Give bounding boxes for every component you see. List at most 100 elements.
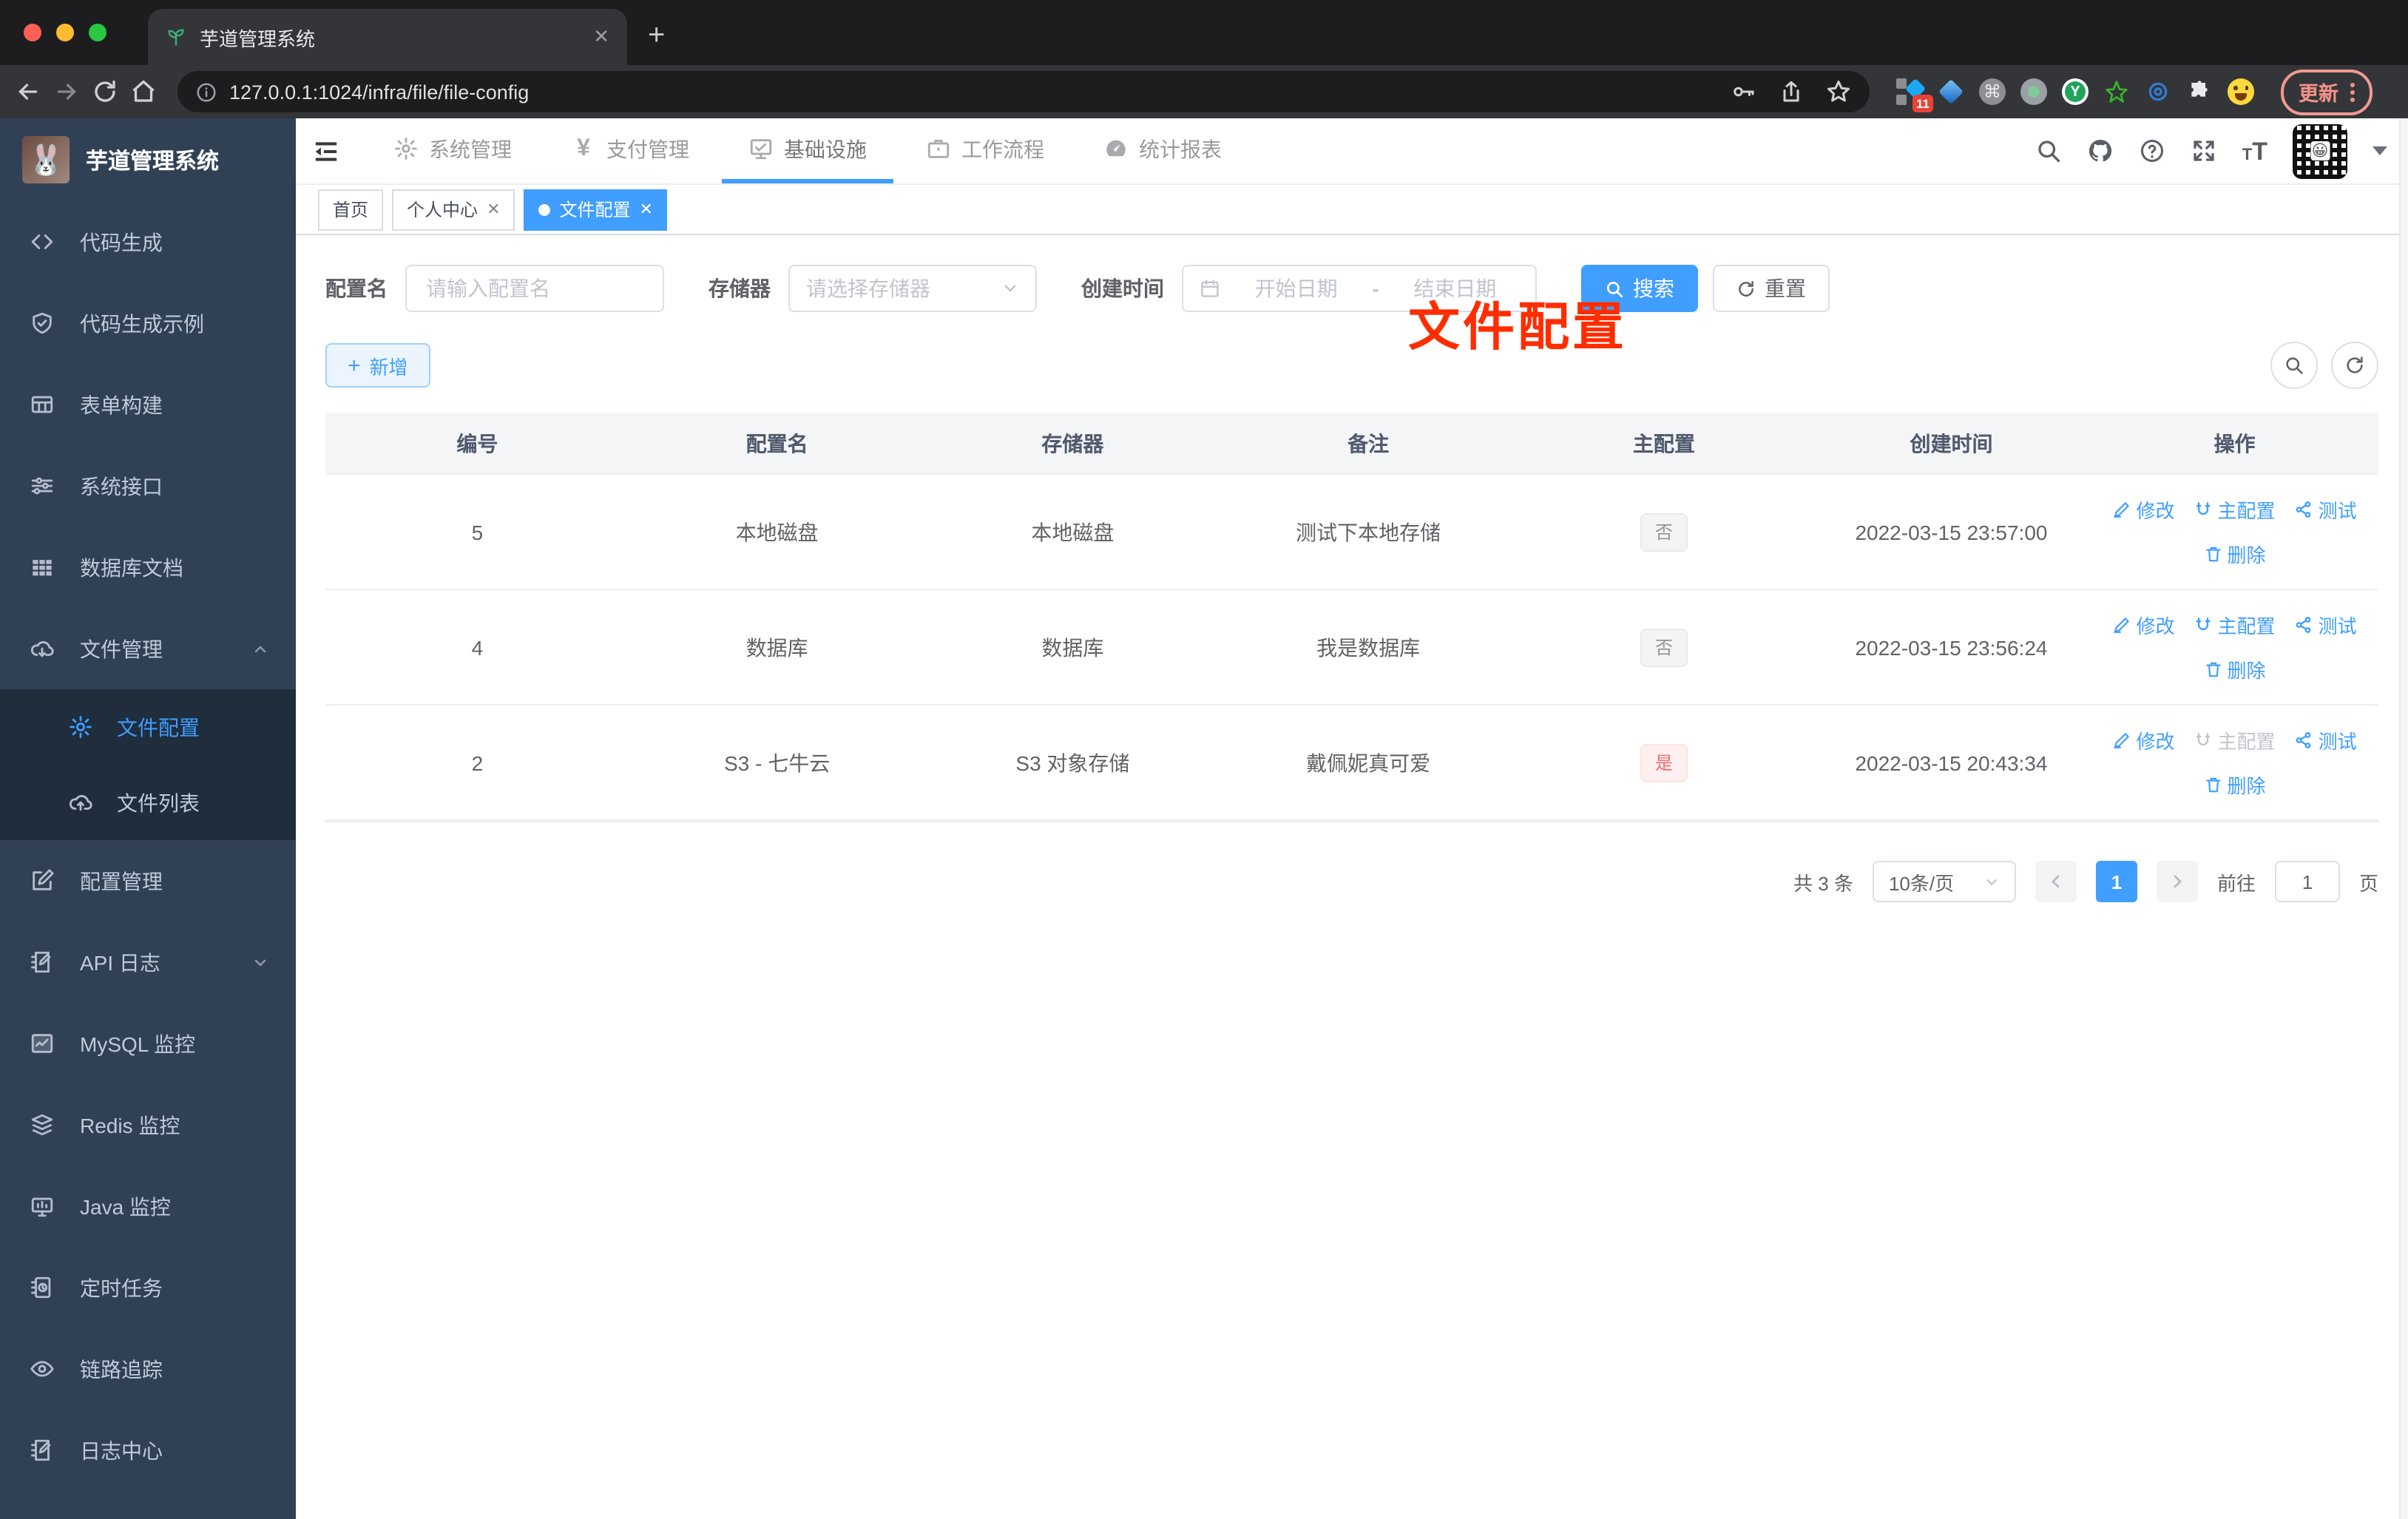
top-menu-payment[interactable]: ¥ 支付管理 bbox=[544, 118, 716, 183]
top-menu: 系统管理 ¥ 支付管理 基础设施 工作流程 统计报表 bbox=[367, 118, 1248, 183]
test-link[interactable]: 测试 bbox=[2295, 726, 2357, 754]
sidebar-item-scheduled-tasks[interactable]: 定时任务 bbox=[0, 1247, 296, 1328]
fullscreen-icon[interactable] bbox=[2191, 138, 2217, 164]
password-key-icon[interactable] bbox=[1731, 78, 1757, 105]
back-icon[interactable] bbox=[15, 78, 41, 105]
tag-home[interactable]: 首页 bbox=[318, 189, 384, 230]
top-menu-system[interactable]: 系统管理 bbox=[367, 118, 538, 183]
master-link[interactable]: 主配置 bbox=[2194, 495, 2276, 524]
reset-button[interactable]: 重置 bbox=[1713, 265, 1830, 312]
master-link[interactable]: 主配置 bbox=[2194, 611, 2276, 639]
y-extension-icon[interactable]: Y bbox=[2062, 78, 2089, 105]
sidebar-item-code-demo[interactable]: 代码生成示例 bbox=[0, 283, 296, 364]
cloud-download-icon bbox=[30, 641, 54, 657]
chevron-up-icon bbox=[254, 645, 266, 652]
tag-file-config[interactable]: 文件配置 ✕ bbox=[524, 189, 668, 230]
browser-update-button[interactable]: 更新 bbox=[2281, 69, 2373, 115]
emoji-extension-icon[interactable] bbox=[2228, 78, 2254, 105]
table-row: 5 本地磁盘 本地磁盘 测试下本地存储 否 2022-03-15 23:57:0… bbox=[325, 475, 2378, 590]
add-button[interactable]: + 新增 bbox=[325, 343, 430, 388]
tab-close-icon[interactable]: ✕ bbox=[593, 25, 609, 49]
extension-badge: 11 bbox=[1912, 95, 1933, 112]
user-avatar[interactable] bbox=[2293, 124, 2347, 178]
minimize-window-button[interactable] bbox=[56, 24, 74, 41]
tag-profile[interactable]: 个人中心 ✕ bbox=[392, 189, 515, 230]
sidebar-item-tracing[interactable]: 链路追踪 bbox=[0, 1328, 296, 1410]
star-extension-icon[interactable] bbox=[2103, 78, 2130, 105]
sidebar-item-log-center[interactable]: 日志中心 bbox=[0, 1410, 296, 1491]
command-extension-icon[interactable]: ⌘ bbox=[1979, 78, 2006, 105]
edit-link[interactable]: 修改 bbox=[2113, 611, 2175, 639]
master-tag: 否 bbox=[1640, 628, 1688, 666]
total-count: 共 3 条 bbox=[1793, 872, 1853, 894]
refresh-table-button[interactable] bbox=[2331, 342, 2378, 389]
config-name-input[interactable] bbox=[405, 265, 664, 312]
sidebar-item-api-log[interactable]: API 日志 bbox=[0, 921, 296, 1003]
address-bar[interactable]: 127.0.0.1:1024/infra/file/file-config bbox=[177, 71, 1870, 112]
refresh-icon bbox=[1739, 280, 1753, 296]
browser-toolbar: 127.0.0.1:1024/infra/file/file-config 11… bbox=[0, 65, 2408, 118]
top-menu-workflow[interactable]: 工作流程 bbox=[899, 118, 1071, 183]
test-link[interactable]: 测试 bbox=[2295, 611, 2357, 639]
sidebar-item-config-management[interactable]: 配置管理 bbox=[0, 840, 296, 921]
edit-link[interactable]: 修改 bbox=[2113, 495, 2175, 524]
grey-dot-extension-icon[interactable] bbox=[2020, 78, 2047, 105]
main-content: 配置名 存储器 请选择存储器 创建时间 bbox=[296, 235, 2408, 1519]
sidebar-item-form-builder[interactable]: 表单构建 bbox=[0, 364, 296, 445]
site-info-icon[interactable] bbox=[195, 81, 217, 103]
avatar-caret-icon[interactable] bbox=[2373, 146, 2387, 155]
search-icon[interactable] bbox=[2035, 138, 2062, 164]
goto-page-input[interactable] bbox=[2274, 861, 2340, 902]
delete-link[interactable]: 删除 bbox=[2204, 655, 2266, 683]
prev-page-button[interactable] bbox=[2035, 861, 2077, 902]
sidebar-collapse-icon[interactable] bbox=[296, 137, 355, 165]
zoom-window-button[interactable] bbox=[89, 24, 106, 41]
home-icon[interactable] bbox=[130, 78, 157, 105]
page-number-current[interactable]: 1 bbox=[2095, 861, 2137, 902]
monitor-check-icon bbox=[750, 139, 772, 160]
new-tab-button[interactable]: + bbox=[648, 19, 665, 53]
kite-extension-icon[interactable] bbox=[1938, 78, 1964, 105]
pagination: 共 3 条 10条/页 1 前往 页 bbox=[325, 861, 2378, 902]
browser-tab[interactable]: 芋道管理系统 ✕ bbox=[148, 9, 627, 65]
reload-icon[interactable] bbox=[92, 78, 118, 105]
close-icon[interactable]: ✕ bbox=[640, 200, 653, 219]
browser-menu-icon[interactable] bbox=[2350, 82, 2355, 101]
close-icon[interactable]: ✕ bbox=[487, 200, 500, 219]
top-menu-reports[interactable]: 统计报表 bbox=[1077, 118, 1248, 183]
page-size-select[interactable]: 10条/页 bbox=[1872, 861, 2016, 902]
test-link[interactable]: 测试 bbox=[2295, 495, 2357, 524]
font-size-icon[interactable]: TT bbox=[2242, 138, 2267, 163]
close-window-button[interactable] bbox=[24, 24, 41, 41]
sidebar-item-file-list[interactable]: 文件列表 bbox=[0, 765, 296, 840]
puzzle-extension-icon[interactable] bbox=[2186, 78, 2213, 105]
help-icon[interactable] bbox=[2139, 138, 2165, 164]
sidebar-item-redis-monitor[interactable]: Redis 监控 bbox=[0, 1084, 296, 1166]
sidebar-item-file-management[interactable]: 文件管理 bbox=[0, 608, 296, 689]
start-date-placeholder[interactable]: 开始日期 bbox=[1232, 274, 1360, 303]
sidebar-item-mysql-monitor[interactable]: MySQL 监控 bbox=[0, 1003, 296, 1084]
update-label: 更新 bbox=[2299, 83, 2338, 105]
bookmark-star-icon[interactable] bbox=[1825, 78, 1852, 105]
edit-link[interactable]: 修改 bbox=[2113, 726, 2175, 754]
show-search-button[interactable] bbox=[2270, 342, 2318, 389]
sidebar-item-system-api[interactable]: 系统接口 bbox=[0, 445, 296, 527]
eye-extension-icon[interactable] bbox=[2145, 78, 2171, 105]
next-page-button[interactable] bbox=[2156, 861, 2198, 902]
forward-icon[interactable] bbox=[53, 78, 80, 105]
sidebar-item-db-doc[interactable]: 数据库文档 bbox=[0, 527, 296, 608]
sidebar-item-java-monitor[interactable]: Java 监控 bbox=[0, 1166, 296, 1247]
sidebar-item-file-config[interactable]: 文件配置 bbox=[0, 689, 296, 765]
share-icon[interactable] bbox=[1778, 78, 1805, 105]
storage-select[interactable]: 请选择存储器 bbox=[788, 265, 1037, 312]
sidebar-extension-icon[interactable]: 11 bbox=[1896, 78, 1933, 112]
page-scrollbar[interactable] bbox=[2399, 118, 2408, 1519]
sidebar-item-code-gen[interactable]: 代码生成 bbox=[0, 201, 296, 283]
delete-link[interactable]: 删除 bbox=[2204, 771, 2266, 799]
app-logo[interactable]: 🐰 芋道管理系统 bbox=[0, 118, 296, 201]
pencil-icon bbox=[2114, 502, 2130, 518]
delete-link[interactable]: 删除 bbox=[2204, 540, 2266, 568]
layers-icon bbox=[31, 1114, 53, 1136]
top-menu-infrastructure[interactable]: 基础设施 bbox=[722, 118, 893, 183]
github-icon[interactable] bbox=[2087, 138, 2114, 164]
